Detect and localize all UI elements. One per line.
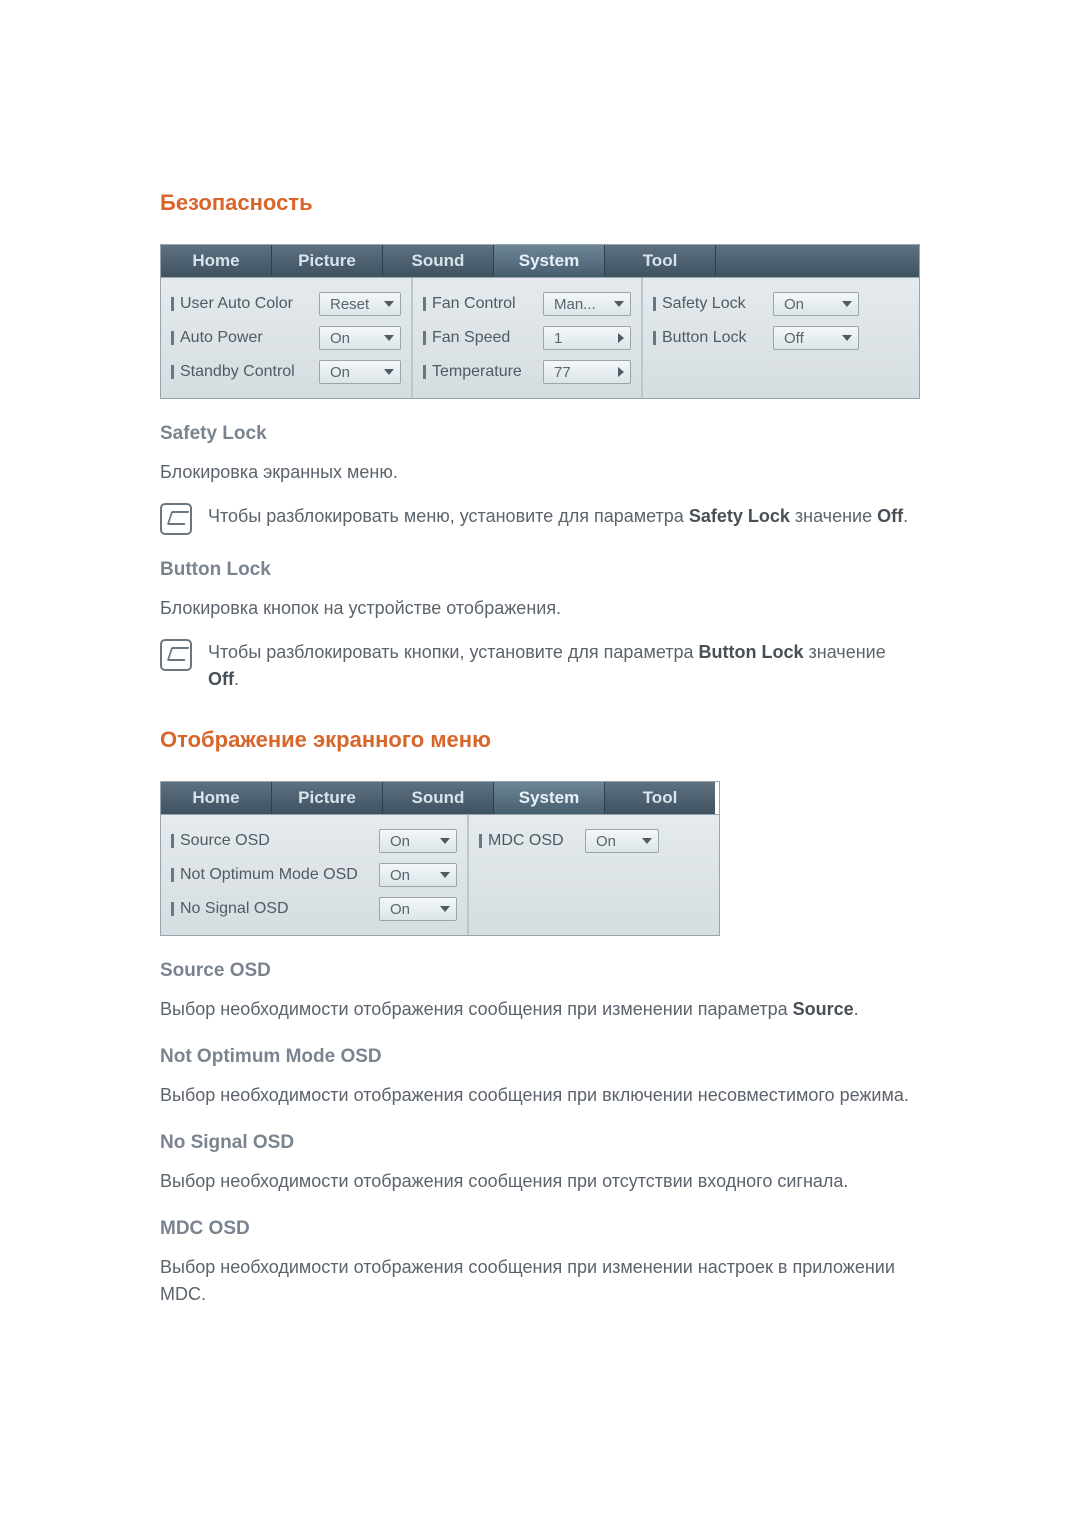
panel-row: User Auto Color Reset [171, 292, 401, 316]
field-select[interactable]: On [379, 897, 457, 921]
source-osd-desc: Выбор необходимости отображения сообщени… [160, 996, 920, 1022]
field-select[interactable]: On [319, 326, 401, 350]
field-label: MDC OSD [479, 832, 585, 850]
field-value: Off [784, 330, 804, 347]
safety-lock-note: Чтобы разблокировать меню, установите дл… [160, 503, 920, 535]
tab-home[interactable]: Home [161, 782, 272, 814]
panel-row: Fan Control Man... [423, 292, 631, 316]
mdc-osd-desc: Выбор необходимости отображения сообщени… [160, 1254, 920, 1306]
security-panel: HomePictureSoundSystemTool User Auto Col… [160, 244, 920, 399]
chevron-down-icon [440, 906, 450, 912]
field-label: Auto Power [171, 329, 319, 347]
panel-column: Fan Control Man... Fan Speed 1 Temperature 77 [413, 278, 643, 398]
field-label: Fan Speed [423, 329, 543, 347]
tab-filler [716, 245, 919, 277]
chevron-right-icon [618, 367, 624, 377]
field-value: 1 [554, 330, 562, 347]
panel-row: MDC OSD On [479, 829, 659, 853]
chevron-down-icon [384, 301, 394, 307]
panel-column: MDC OSD On [469, 815, 669, 935]
chevron-down-icon [842, 335, 852, 341]
osd-panel: HomePictureSoundSystemTool Source OSDOnN… [160, 781, 720, 936]
field-label: Temperature [423, 363, 543, 381]
button-lock-desc: Блокировка кнопок на устройстве отображе… [160, 595, 920, 621]
tab-sound[interactable]: Sound [383, 245, 494, 277]
note-icon [160, 503, 192, 535]
source-osd-heading: Source OSD [160, 960, 920, 982]
safety-lock-desc: Блокировка экранных меню. [160, 459, 920, 485]
panel-column: Source OSDOnNot Optimum Mode OSDOnNo Sig… [161, 815, 469, 935]
field-label: Not Optimum Mode OSD [171, 866, 379, 884]
tab-picture[interactable]: Picture [272, 245, 383, 277]
button-lock-note: Чтобы разблокировать кнопки, установите … [160, 639, 920, 693]
field-value: On [330, 330, 350, 347]
field-select[interactable]: On [319, 360, 401, 384]
field-value: 77 [554, 364, 571, 381]
no-signal-heading: No Signal OSD [160, 1132, 920, 1154]
field-value: On [390, 833, 410, 850]
field-label: Standby Control [171, 363, 319, 381]
panel-row: Button Lock Off [653, 326, 859, 350]
field-value: On [390, 901, 410, 918]
chevron-down-icon [440, 838, 450, 844]
field-label: Fan Control [423, 295, 543, 313]
field-select[interactable]: Off [773, 326, 859, 350]
panel-row: Safety Lock On [653, 292, 859, 316]
field-value: Reset [330, 296, 369, 313]
chevron-down-icon [440, 872, 450, 878]
panel-column: User Auto ColorResetAuto PowerOnStandby … [161, 278, 413, 398]
tab-home[interactable]: Home [161, 245, 272, 277]
field-select[interactable]: On [585, 829, 659, 853]
chevron-down-icon [642, 838, 652, 844]
panel-row: No Signal OSD On [171, 897, 457, 921]
panel-row: Standby Control On [171, 360, 401, 384]
tab-system[interactable]: System [494, 782, 605, 814]
field-select[interactable]: On [379, 829, 457, 853]
panel-row: Fan Speed 1 [423, 326, 631, 350]
field-select[interactable]: 77 [543, 360, 631, 384]
panel-row: Temperature 77 [423, 360, 631, 384]
chevron-right-icon [618, 333, 624, 343]
tab-tool[interactable]: Tool [605, 245, 716, 277]
chevron-down-icon [614, 301, 624, 307]
field-value: On [390, 867, 410, 884]
field-select[interactable]: 1 [543, 326, 631, 350]
field-select[interactable]: On [379, 863, 457, 887]
field-label: User Auto Color [171, 295, 319, 313]
panel-row: Source OSD On [171, 829, 457, 853]
security-heading: Безопасность [160, 190, 920, 216]
field-label: No Signal OSD [171, 900, 379, 918]
osd-heading: Отображение экранного меню [160, 727, 920, 753]
field-value: On [784, 296, 804, 313]
field-value: Man... [554, 296, 596, 313]
tab-sound[interactable]: Sound [383, 782, 494, 814]
panel-row: Auto Power On [171, 326, 401, 350]
chevron-down-icon [842, 301, 852, 307]
tab-system[interactable]: System [494, 245, 605, 277]
safety-lock-note-text: Чтобы разблокировать меню, установите дл… [208, 503, 908, 530]
chevron-down-icon [384, 369, 394, 375]
button-lock-heading: Button Lock [160, 559, 920, 581]
field-select[interactable]: Man... [543, 292, 631, 316]
note-icon [160, 639, 192, 671]
field-value: On [596, 833, 616, 850]
field-select[interactable]: Reset [319, 292, 401, 316]
not-optimum-desc: Выбор необходимости отображения сообщени… [160, 1082, 920, 1108]
field-label: Source OSD [171, 832, 379, 850]
no-signal-desc: Выбор необходимости отображения сообщени… [160, 1168, 920, 1194]
field-label: Safety Lock [653, 295, 773, 313]
chevron-down-icon [384, 335, 394, 341]
field-label: Button Lock [653, 329, 773, 347]
safety-lock-heading: Safety Lock [160, 423, 920, 445]
panel-column: Safety Lock On Button Lock Off [643, 278, 869, 398]
tab-picture[interactable]: Picture [272, 782, 383, 814]
not-optimum-heading: Not Optimum Mode OSD [160, 1046, 920, 1068]
field-value: On [330, 364, 350, 381]
panel-row: Not Optimum Mode OSD On [171, 863, 457, 887]
field-select[interactable]: On [773, 292, 859, 316]
button-lock-note-text: Чтобы разблокировать кнопки, установите … [208, 639, 920, 693]
mdc-osd-heading: MDC OSD [160, 1218, 920, 1240]
tab-tool[interactable]: Tool [605, 782, 715, 814]
